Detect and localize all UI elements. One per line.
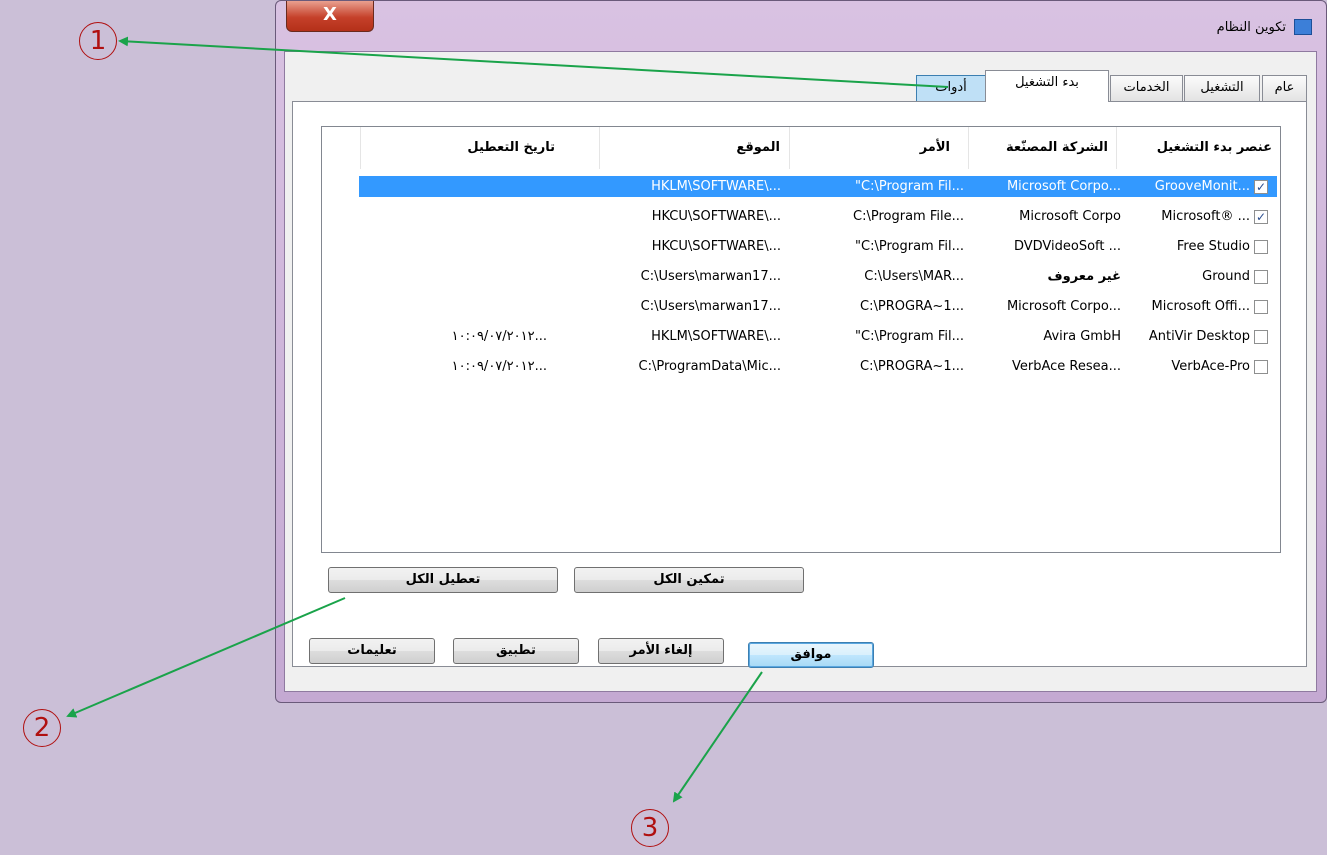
arrow-to-callout-3 bbox=[672, 671, 763, 803]
callout-1: 1 bbox=[79, 22, 117, 60]
arrow-to-callout-1 bbox=[118, 36, 949, 88]
annotation-arrows bbox=[66, 36, 949, 803]
callout-3: 3 bbox=[631, 809, 669, 847]
callout-2: 2 bbox=[23, 709, 61, 747]
tab-startup[interactable]: بدء التشغيل bbox=[985, 70, 1109, 102]
arrow-to-callout-2 bbox=[66, 597, 346, 718]
